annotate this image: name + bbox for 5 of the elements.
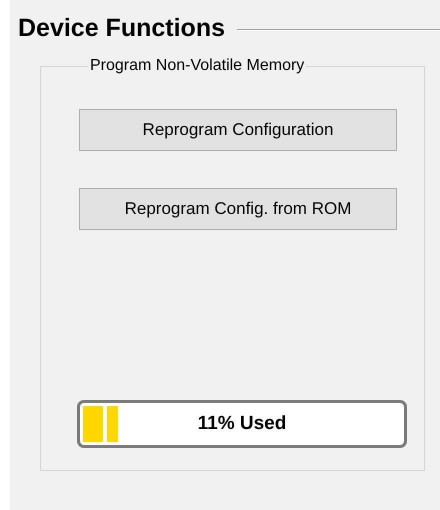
reprogram-button[interactable]: Reprogram Config. from ROM [79, 188, 397, 230]
reprogram-button[interactable]: Reprogram Configuration [79, 109, 397, 151]
group-title: Program Non-Volatile Memory [89, 57, 306, 75]
section-title: Device Functions [18, 14, 225, 43]
usage-label: 11% Used [198, 413, 286, 435]
